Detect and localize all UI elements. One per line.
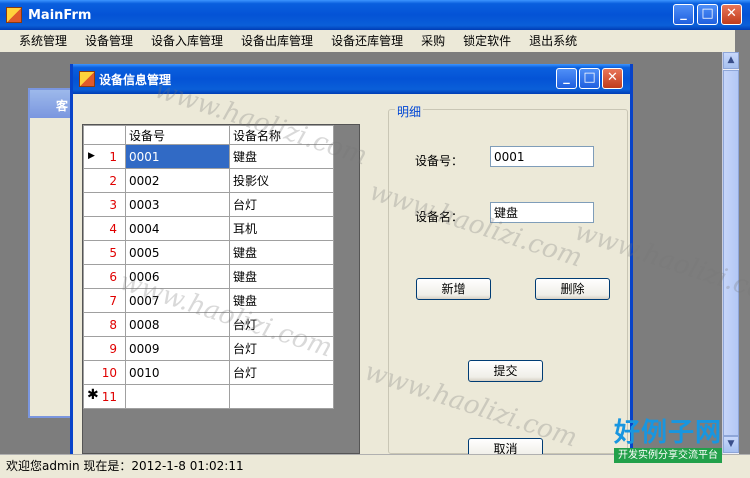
- menu-bar: 系统管理 设备管理 设备入库管理 设备出库管理 设备还库管理 采购 锁定软件 退…: [0, 30, 735, 52]
- cell-device-id[interactable]: 0006: [125, 264, 230, 289]
- watermark-logo: 好例子网 开发实例分享交流平台: [613, 418, 722, 463]
- row-header[interactable]: ▶ 1: [83, 144, 126, 169]
- device-table: 设备号 设备名称 ▶ 1 0001 键盘 2 0002 投影仪 3 0003 台…: [83, 125, 334, 409]
- cell-device-id[interactable]: 0002: [125, 168, 230, 193]
- cell-device-name[interactable]: 投影仪: [229, 168, 334, 193]
- submit-button[interactable]: 提交: [468, 360, 543, 382]
- scroll-down-icon[interactable]: ▼: [723, 436, 739, 453]
- column-header-device-id[interactable]: 设备号: [125, 125, 230, 145]
- menu-system[interactable]: 系统管理: [10, 30, 76, 52]
- cell-device-name[interactable]: 台灯: [229, 336, 334, 361]
- table-row[interactable]: 7 0007 键盘: [83, 288, 334, 313]
- row-header[interactable]: ✱ 11: [83, 384, 126, 409]
- menu-stock-out[interactable]: 设备出库管理: [232, 30, 322, 52]
- cell-device-name[interactable]: [229, 384, 334, 409]
- cell-device-id[interactable]: 0005: [125, 240, 230, 265]
- device-data-grid[interactable]: 设备号 设备名称 ▶ 1 0001 键盘 2 0002 投影仪 3 0003 台…: [82, 124, 360, 454]
- cell-device-name[interactable]: 台灯: [229, 312, 334, 337]
- detail-groupbox: 明细 设备号： 设备名： 新增 删除 提交 取消: [388, 103, 628, 460]
- menu-exit[interactable]: 退出系统: [520, 30, 586, 52]
- row-header-corner[interactable]: [83, 125, 126, 145]
- row-header[interactable]: 9: [83, 336, 126, 361]
- device-id-label: 设备号：: [415, 154, 464, 168]
- status-text: 欢迎您admin 现在是：2012-1-8 01:02:11: [6, 459, 244, 473]
- main-window-title: MainFrm: [28, 7, 92, 23]
- cell-device-id[interactable]: 0010: [125, 360, 230, 385]
- device-info-window: 设备信息管理 _ □ ✕ 设备号 设备名称 ▶ 1 0001 键盘 2 0002…: [70, 64, 633, 460]
- child-window-title: 设备信息管理: [99, 72, 172, 87]
- delete-button[interactable]: 删除: [535, 278, 610, 300]
- table-row[interactable]: 4 0004 耳机: [83, 216, 334, 241]
- table-row[interactable]: 6 0006 键盘: [83, 264, 334, 289]
- menu-stock-in[interactable]: 设备入库管理: [142, 30, 232, 52]
- row-header[interactable]: 10: [83, 360, 126, 385]
- minimize-button[interactable]: _: [673, 4, 694, 25]
- logo-subtitle: 开发实例分享交流平台: [613, 448, 722, 463]
- window-icon: [79, 71, 95, 87]
- row-header[interactable]: 2: [83, 168, 126, 193]
- cell-device-id[interactable]: 0008: [125, 312, 230, 337]
- table-row[interactable]: 8 0008 台灯: [83, 312, 334, 337]
- device-name-label: 设备名：: [415, 210, 464, 224]
- row-header[interactable]: 3: [83, 192, 126, 217]
- app-icon: [6, 7, 22, 23]
- new-row[interactable]: ✱ 11: [83, 384, 334, 409]
- logo-title: 好例子网: [613, 418, 722, 448]
- cell-device-name[interactable]: 键盘: [229, 288, 334, 313]
- close-button[interactable]: ✕: [721, 4, 742, 25]
- row-header[interactable]: 7: [83, 288, 126, 313]
- row-header[interactable]: 8: [83, 312, 126, 337]
- menu-device[interactable]: 设备管理: [76, 30, 142, 52]
- main-title-bar[interactable]: MainFrm _ □ ✕: [0, 0, 750, 30]
- background-child-window[interactable]: 客: [28, 88, 72, 418]
- cell-device-id[interactable]: 0003: [125, 192, 230, 217]
- cell-device-name[interactable]: 台灯: [229, 360, 334, 385]
- add-button[interactable]: 新增: [416, 278, 491, 300]
- table-row[interactable]: ▶ 1 0001 键盘: [83, 144, 334, 169]
- scroll-thumb[interactable]: [723, 70, 739, 436]
- menu-purchase[interactable]: 采购: [412, 30, 454, 52]
- table-row[interactable]: 2 0002 投影仪: [83, 168, 334, 193]
- cell-device-name[interactable]: 键盘: [229, 264, 334, 289]
- row-header[interactable]: 4: [83, 216, 126, 241]
- device-name-field[interactable]: [490, 202, 594, 223]
- cell-device-id[interactable]: [125, 384, 230, 409]
- vertical-scrollbar[interactable]: ▲ ▼: [722, 52, 739, 454]
- cell-device-name[interactable]: 耳机: [229, 216, 334, 241]
- maximize-button[interactable]: □: [697, 4, 718, 25]
- table-row[interactable]: 9 0009 台灯: [83, 336, 334, 361]
- cell-device-id[interactable]: 0009: [125, 336, 230, 361]
- child-minimize-button[interactable]: _: [556, 68, 577, 89]
- child-maximize-button[interactable]: □: [579, 68, 600, 89]
- table-row[interactable]: 10 0010 台灯: [83, 360, 334, 385]
- column-header-device-name[interactable]: 设备名称: [229, 125, 334, 145]
- child-close-button[interactable]: ✕: [602, 68, 623, 89]
- cell-device-name[interactable]: 键盘: [229, 240, 334, 265]
- device-id-field[interactable]: [490, 146, 594, 167]
- table-row[interactable]: 5 0005 键盘: [83, 240, 334, 265]
- child-title-bar[interactable]: 设备信息管理 _ □ ✕: [73, 64, 630, 94]
- background-window-title: 客: [56, 99, 69, 113]
- cell-device-name[interactable]: 台灯: [229, 192, 334, 217]
- background-window-title-bar[interactable]: 客: [30, 90, 70, 118]
- cell-device-id[interactable]: 0001: [125, 144, 230, 169]
- cell-device-id[interactable]: 0004: [125, 216, 230, 241]
- detail-caption: 明细: [395, 103, 424, 120]
- cell-device-name[interactable]: 键盘: [229, 144, 334, 169]
- cell-device-id[interactable]: 0007: [125, 288, 230, 313]
- current-row-arrow-icon: ▶: [88, 151, 95, 161]
- new-row-asterisk-icon: ✱: [87, 387, 99, 403]
- menu-return[interactable]: 设备还库管理: [322, 30, 412, 52]
- scroll-up-icon[interactable]: ▲: [723, 52, 739, 69]
- menu-lock[interactable]: 锁定软件: [454, 30, 520, 52]
- row-header[interactable]: 6: [83, 264, 126, 289]
- row-header[interactable]: 5: [83, 240, 126, 265]
- table-row[interactable]: 3 0003 台灯: [83, 192, 334, 217]
